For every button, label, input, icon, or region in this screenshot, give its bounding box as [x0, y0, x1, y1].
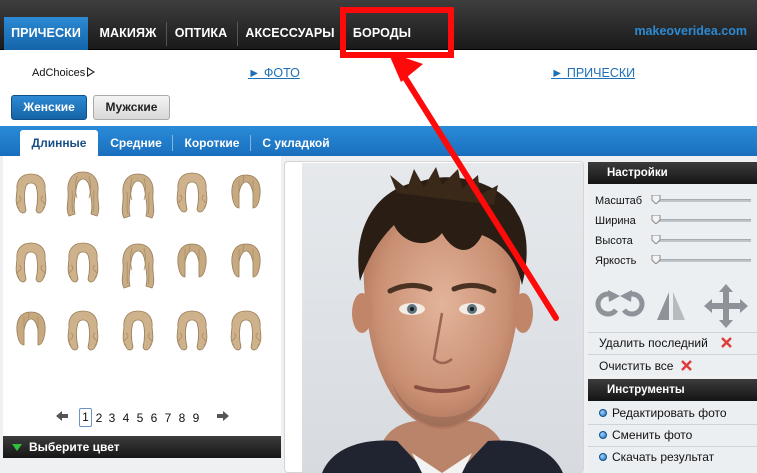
edit-photo-label: Редактировать фото [612, 406, 727, 420]
page-3[interactable]: 3 [106, 411, 118, 425]
length-tabs-bar: Длинные Средние Короткие С укладкой [0, 126, 757, 156]
hairstyle-thumbnail[interactable] [63, 239, 103, 289]
divider [588, 424, 757, 425]
face-photo[interactable] [302, 163, 583, 473]
divider [588, 332, 757, 333]
bullet-icon [599, 453, 607, 461]
clear-all-button[interactable]: Очистить все [599, 359, 673, 373]
divider [588, 446, 757, 447]
slider-label-brightness: Яркость [595, 255, 637, 267]
tab-separator [250, 135, 251, 151]
choose-color-bar[interactable]: Выберите цвет [3, 436, 281, 458]
hairstyle-thumbnail[interactable] [11, 239, 51, 289]
flip-icon[interactable] [656, 290, 686, 322]
page-4[interactable]: 4 [120, 411, 132, 425]
hairstyle-thumbnail[interactable] [172, 239, 212, 289]
tab-short[interactable]: Короткие [178, 130, 246, 156]
delete-last-button[interactable]: Удалить последний [599, 336, 708, 350]
height-slider-track[interactable] [655, 239, 751, 242]
hairstyle-thumbnail[interactable] [226, 307, 266, 357]
hairstyle-thumbnail[interactable] [118, 307, 158, 357]
bullet-icon [599, 431, 607, 439]
slider-label-width: Ширина [595, 215, 636, 227]
tab-separator [172, 135, 173, 151]
adchoices-label[interactable]: AdChoices [32, 67, 96, 79]
brightness-slider-track[interactable] [655, 259, 751, 262]
scale-slider-handle[interactable] [651, 195, 661, 204]
female-button[interactable]: Женские [11, 95, 87, 120]
hairstyle-thumbnail[interactable] [118, 170, 158, 220]
divider [588, 354, 757, 355]
hairstyle-thumbnail[interactable] [11, 170, 51, 220]
tools-header: Инструменты [588, 379, 757, 401]
brightness-slider-handle[interactable] [651, 255, 661, 264]
height-slider-handle[interactable] [651, 235, 661, 244]
hairstyle-thumbnail[interactable] [63, 307, 103, 357]
slider-label-scale: Масштаб [595, 195, 643, 207]
page-7[interactable]: 7 [162, 411, 174, 425]
edit-photo-button[interactable]: Редактировать фото [599, 406, 727, 420]
hairstyle-thumbnail[interactable] [172, 169, 212, 219]
hairstyle-thumbnail[interactable] [226, 239, 266, 289]
tab-styled[interactable]: С укладкой [256, 130, 336, 156]
tab-long[interactable]: Длинные [20, 130, 98, 156]
brand-logo[interactable]: makeoveridea.com [634, 24, 747, 38]
download-result-label: Скачать результат [612, 450, 715, 464]
download-result-button[interactable]: Скачать результат [599, 450, 714, 464]
nav-tab-accessories[interactable]: АКСЕССУАРЫ [241, 17, 339, 50]
hairstyle-thumbnail[interactable] [63, 168, 103, 218]
page-9[interactable]: 9 [190, 411, 202, 425]
rotate-left-icon[interactable] [594, 290, 620, 320]
change-photo-label: Сменить фото [612, 428, 693, 442]
adchoices-text: AdChoices [32, 67, 86, 79]
ad-link-hairstyles[interactable]: ► ПРИЧЕСКИ [551, 66, 635, 80]
width-slider-handle[interactable] [651, 215, 661, 224]
gallery-pager: 1 2 3 4 5 6 7 8 9 [0, 408, 282, 428]
page-5[interactable]: 5 [134, 411, 146, 425]
hairstyle-thumbnail[interactable] [172, 307, 212, 357]
page-2[interactable]: 2 [93, 411, 105, 425]
prev-page-icon[interactable] [56, 411, 68, 421]
ad-link-photo[interactable]: ► ФОТО [248, 66, 300, 80]
move-arrows-icon[interactable] [704, 284, 748, 328]
nav-separator [237, 22, 238, 46]
slider-label-height: Высота [595, 235, 633, 247]
settings-header: Настройки [588, 162, 757, 184]
choose-color-label: Выберите цвет [29, 440, 120, 454]
page-6[interactable]: 6 [148, 411, 160, 425]
clear-x-icon[interactable] [681, 360, 692, 371]
hairstyle-thumbnail[interactable] [226, 170, 266, 220]
nav-separator [166, 22, 167, 46]
change-photo-button[interactable]: Сменить фото [599, 428, 692, 442]
annotation-highlight-box [340, 7, 454, 58]
nav-tab-optics[interactable]: ОПТИКА [169, 17, 233, 50]
next-page-icon[interactable] [217, 411, 229, 421]
male-button[interactable]: Мужские [93, 95, 170, 120]
expand-triangle-icon [12, 444, 22, 451]
width-slider-track[interactable] [655, 219, 751, 222]
hairstyle-thumbnail[interactable] [11, 307, 51, 357]
bullet-icon [599, 409, 607, 417]
hairstyle-thumbnail[interactable] [118, 240, 158, 290]
delete-x-icon[interactable] [721, 337, 732, 348]
tab-medium[interactable]: Средние [104, 130, 168, 156]
page-8[interactable]: 8 [176, 411, 188, 425]
rotate-right-icon[interactable] [620, 290, 646, 320]
nav-tab-hairstyles[interactable]: ПРИЧЕСКИ [4, 17, 88, 50]
page-1[interactable]: 1 [79, 408, 92, 427]
scale-slider-track[interactable] [655, 199, 751, 202]
nav-tab-makeup[interactable]: МАКИЯЖ [93, 17, 163, 50]
adchoices-icon [87, 67, 96, 77]
